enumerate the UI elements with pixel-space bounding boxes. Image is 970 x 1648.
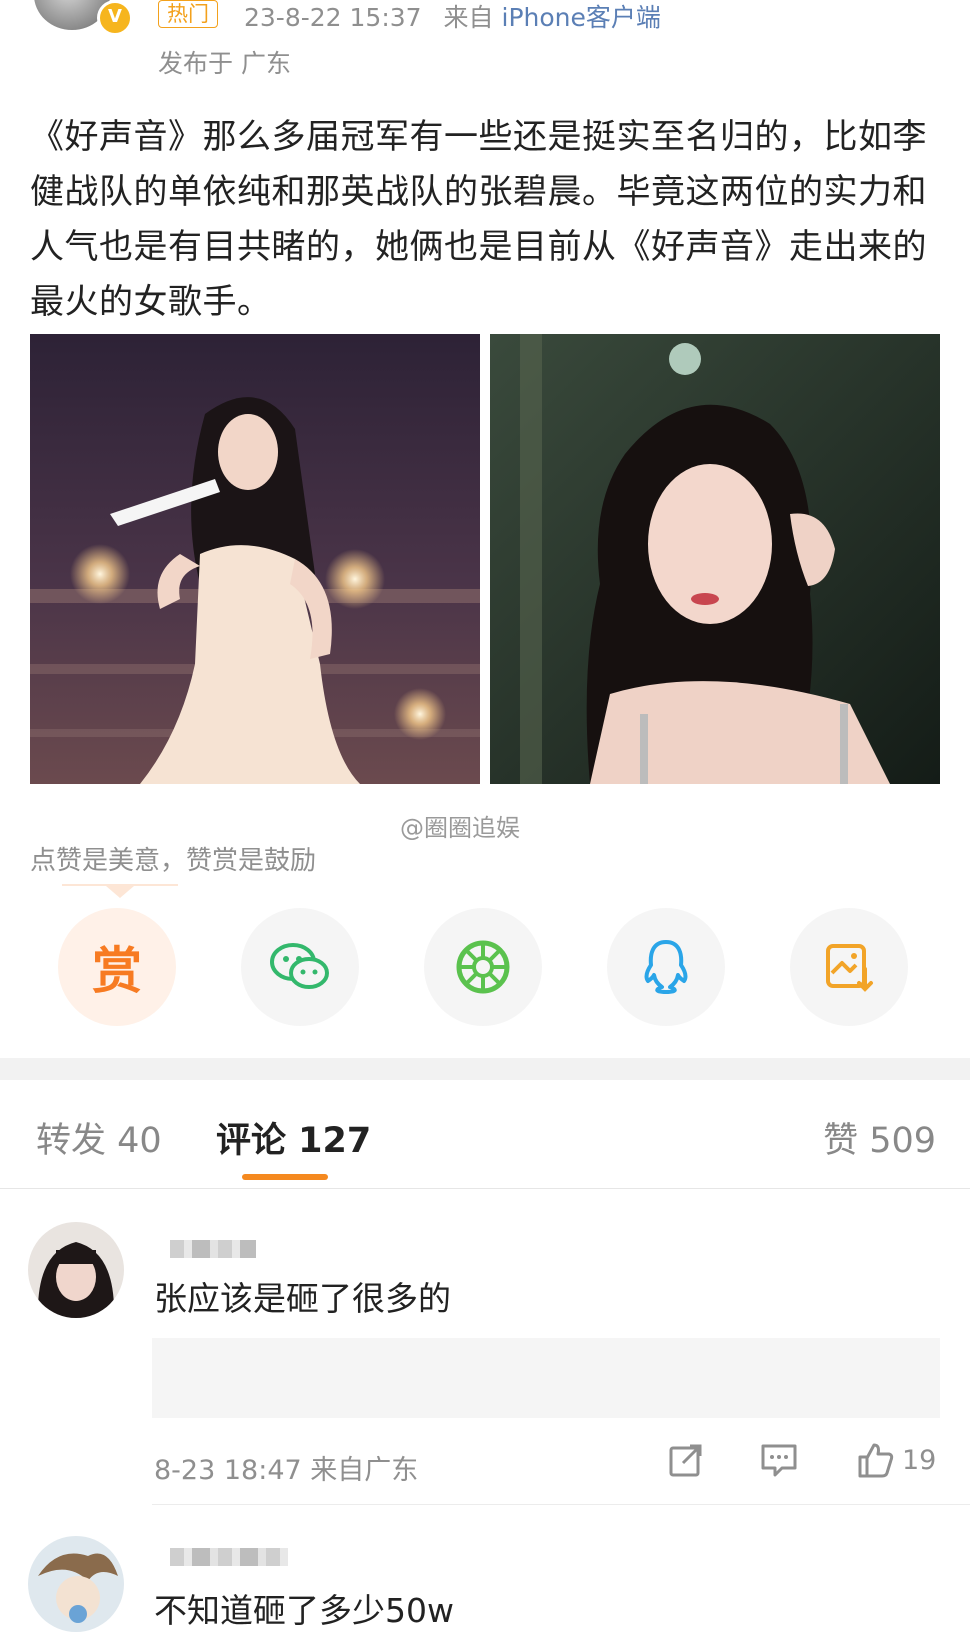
tab-reposts[interactable]: 转发 40 [36,1112,162,1163]
comment-text: 不知道砸了多少50w [154,1591,454,1630]
post-location: 发布于 广东 [158,49,291,78]
share-qq-button[interactable] [607,908,725,1026]
post-image-singer-on-stage[interactable] [30,334,480,784]
verified-badge: V [97,0,133,36]
source-prefix: 来自 [443,3,494,32]
post-image-portrait[interactable] [490,334,940,784]
post-text: 《好声音》那么多届冠军有一些还是挺实至名归的，比如李健战队的单依纯和那英战队的张… [30,117,927,322]
save-image-icon [826,944,873,992]
hot-tag: 热门 [158,0,218,28]
comment-text: 张应该是砸了很多的 [154,1279,451,1318]
share-arrow-icon [669,1444,702,1477]
portrait-photo-illustration [490,334,940,784]
qq-penguin-icon [644,940,688,994]
tab-comments[interactable]: 评论 127 [216,1112,371,1163]
reward-label: 赏 [92,942,142,1000]
comment-reply-preview[interactable] [152,1338,940,1418]
tabs-divider [0,1188,970,1189]
comment-bubble-icon [761,1444,797,1477]
share-wechat-button[interactable] [241,908,359,1026]
share-moments-button[interactable] [424,908,542,1026]
active-tab-indicator [242,1174,328,1180]
commenter-name-blurred[interactable] [170,1548,288,1566]
singer-photo-illustration [30,334,480,784]
reward-button[interactable]: 赏 [58,908,176,1026]
comment-meta: 8-23 18:47 来自广东 [154,1455,419,1486]
commenter-avatar[interactable] [28,1536,124,1632]
comment-share-button[interactable] [668,1440,704,1480]
thumbs-up-icon [858,1443,894,1478]
avatar-image [28,1536,124,1632]
post-time: 23-8-22 15:37 [244,3,422,32]
comment-reply-button[interactable] [760,1440,798,1480]
post-source-link[interactable]: iPhone客户端 [502,3,661,32]
post-meta: 23-8-22 15:37 来自 iPhone客户端 [244,0,661,34]
save-image-button[interactable] [790,908,908,1026]
tip-arrow [106,886,134,898]
comment-divider [152,1504,970,1505]
comment-like-button[interactable]: 19 [856,1440,936,1480]
commenter-avatar[interactable] [28,1222,124,1318]
moments-aperture-icon [456,940,510,994]
commenter-name-blurred[interactable] [170,1240,256,1258]
comment-like-count: 19 [902,1444,937,1476]
tab-likes[interactable]: 赞 509 [823,1112,936,1163]
weibo-watermark: @圈圈追娱 [400,814,520,842]
wechat-icon [270,943,329,989]
section-divider [0,1058,970,1080]
avatar-image [28,1222,124,1318]
reward-tip: 点赞是美意，赞赏是鼓励 [30,846,317,876]
